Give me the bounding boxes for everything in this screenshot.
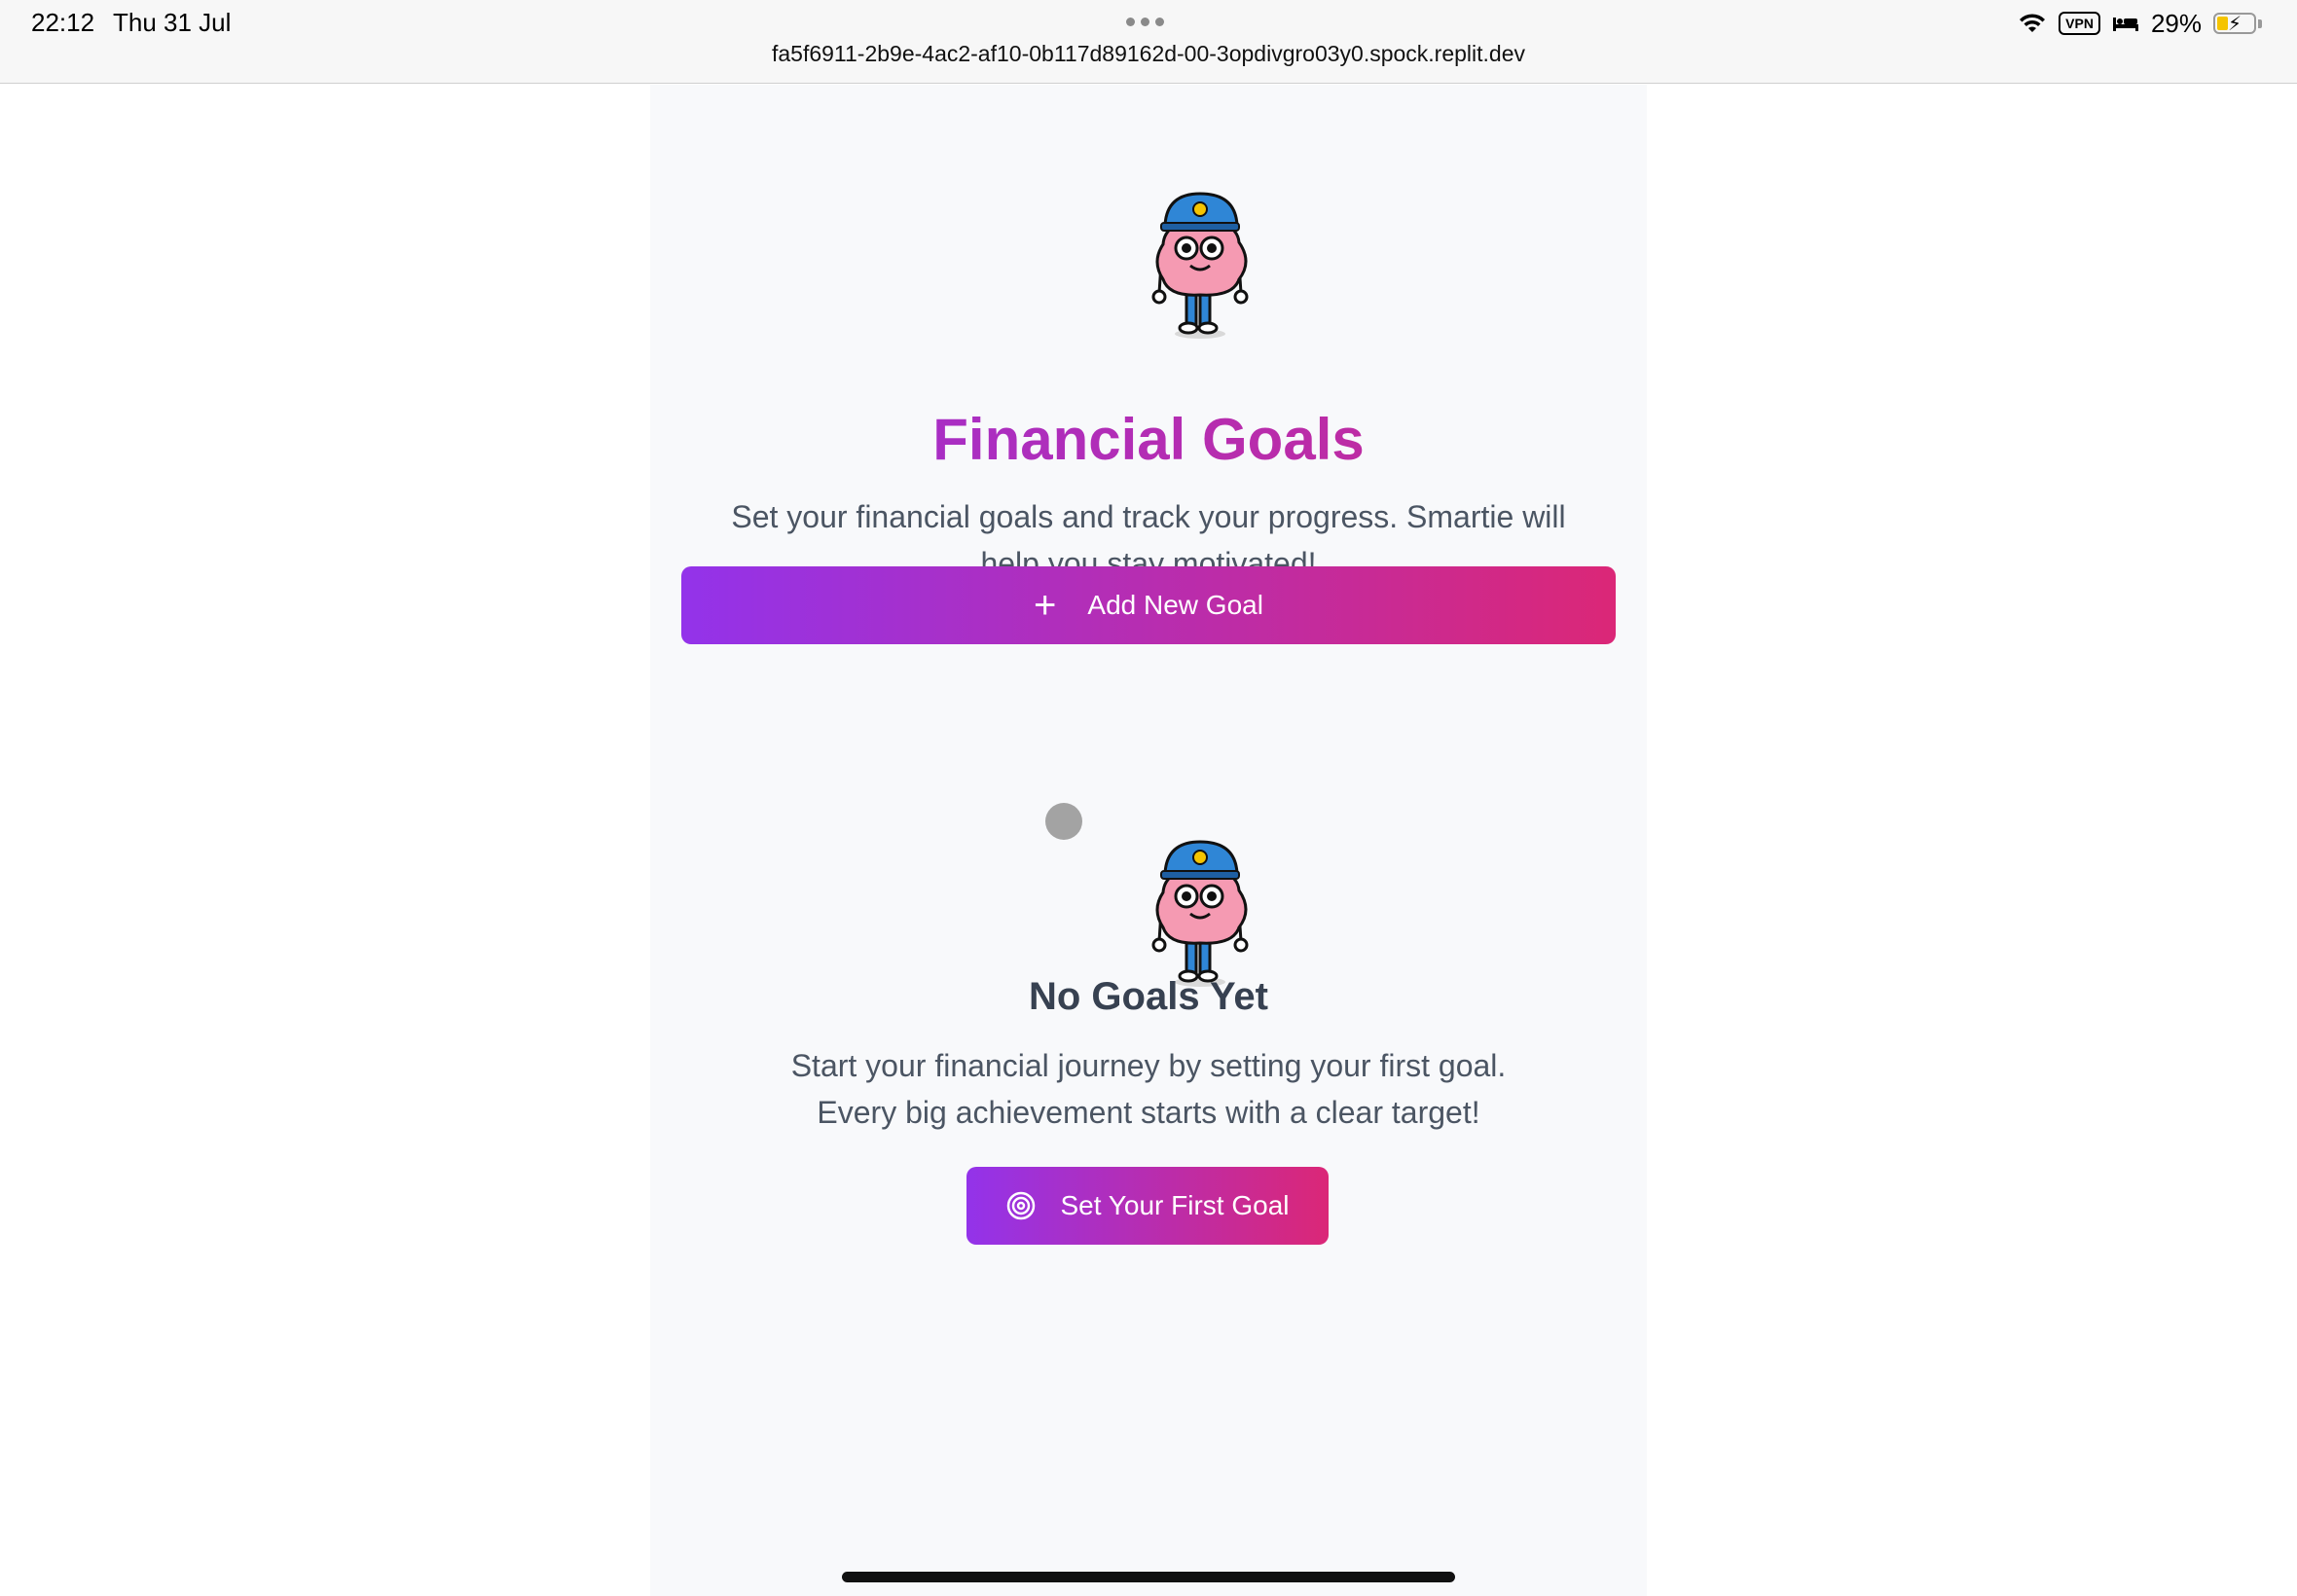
page-title: Financial Goals [650, 406, 1647, 473]
set-first-goal-label: Set Your First Goal [1060, 1190, 1290, 1220]
add-new-goal-label: Add New Goal [1087, 590, 1263, 620]
brain-mascot-icon [1151, 192, 1249, 339]
empty-state-line2: Every big achievement starts with a clea… [817, 1095, 1480, 1130]
status-time: 22:12 [31, 8, 95, 37]
home-indicator[interactable] [842, 1572, 1455, 1582]
sleep-mode-icon [2112, 18, 2138, 31]
status-bar: 22:12 Thu 31 Jul fa5f6911-2b9e-4ac2-af10… [0, 0, 2297, 84]
set-first-goal-button[interactable]: Set Your First Goal [966, 1167, 1329, 1245]
battery-tip [2258, 18, 2262, 28]
wifi-icon [2020, 14, 2046, 32]
touch-indicator [1045, 803, 1082, 840]
brain-mascot-icon [1151, 840, 1249, 987]
status-date: Thu 31 Jul [113, 8, 232, 37]
battery-percent: 29% [2150, 8, 2202, 38]
multitasking-dots-icon[interactable] [1126, 18, 1164, 26]
empty-state-text: Start your financial journey by setting … [728, 1042, 1569, 1136]
empty-state-line1: Start your financial journey by setting … [790, 1048, 1507, 1083]
target-icon [1007, 1191, 1036, 1220]
add-new-goal-button[interactable]: + Add New Goal [681, 566, 1616, 644]
empty-state-title: No Goals Yet [1028, 975, 1268, 1018]
main-content: Financial Goals Set your financial goals… [650, 85, 1647, 1596]
battery-charging-icon: ⚡ [2213, 13, 2256, 35]
vpn-icon: VPN [2059, 12, 2100, 35]
plus-icon: + [1034, 584, 1057, 627]
status-icons: VPN 29% ⚡ [2018, 8, 2262, 39]
address-bar-url[interactable]: fa5f6911-2b9e-4ac2-af10-0b117d89162d-00-… [0, 41, 2297, 67]
